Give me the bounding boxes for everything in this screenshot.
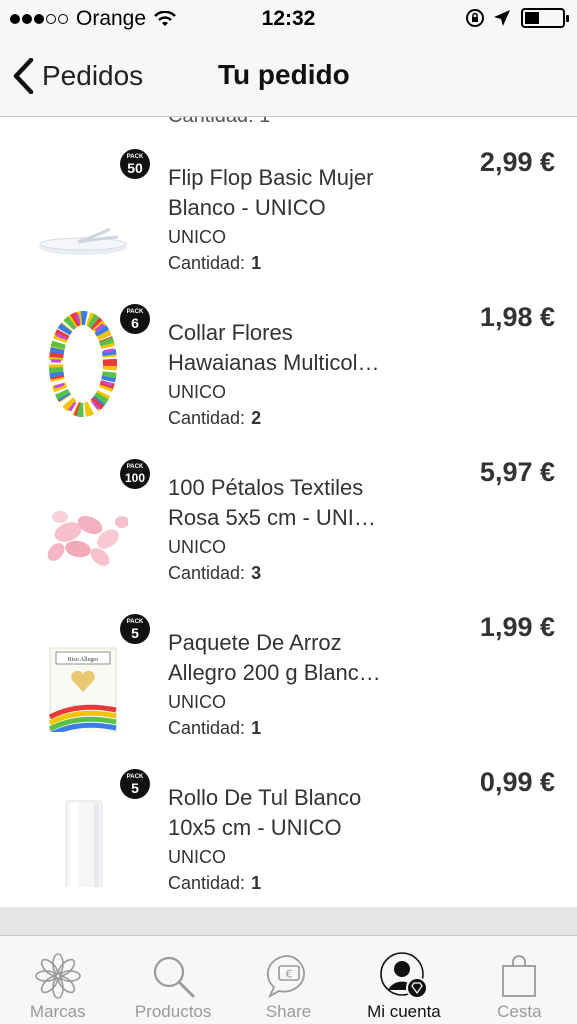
chevron-left-icon	[13, 58, 34, 94]
list-item[interactable]: PACK 5 Rollo De Tul Blanco 10x5 cm - UNIC…	[0, 737, 577, 893]
item-info: Rollo De Tul Blanco 10x5 cm - UNICO UNIC…	[168, 783, 438, 896]
box-brand-text: Riso Allegro	[68, 657, 99, 663]
product-image: Riso Allegro	[48, 647, 117, 732]
svg-text:€: €	[285, 968, 292, 981]
product-price: 1,99 €	[479, 612, 555, 642]
product-price: 0,99 €	[479, 767, 555, 797]
product-name: Collar Flores	[168, 320, 293, 345]
list-item[interactable]: Riso Allegro PACK 5 Paquete De Arroz Alle…	[0, 582, 577, 738]
product-image	[39, 227, 127, 255]
product-brand: UNICO	[168, 537, 226, 557]
pack-badge: PACK 5	[120, 614, 150, 644]
user-diamond-icon	[380, 952, 428, 999]
product-brand: UNICO	[168, 382, 226, 402]
product-name: Flip Flop Basic Mujer	[168, 165, 374, 190]
quantity-value: 3	[251, 563, 262, 583]
product-image	[47, 511, 128, 566]
product-name: Rollo De Tul Blanco	[168, 785, 362, 810]
tab-bar: Marcas Productos € Share Mi cuenta Cesta	[0, 935, 577, 1024]
status-bar: Orange 12:32	[0, 0, 577, 40]
quantity-value: 1	[251, 253, 262, 273]
pack-badge: PACK 50	[120, 149, 150, 179]
nav-bar: Pedidos Tu pedido	[0, 40, 577, 117]
quantity-value: 1	[251, 873, 262, 893]
search-icon	[154, 956, 195, 998]
list-item[interactable]: PACK 50 Flip Flop Basic Mujer Blanco - UN…	[0, 117, 577, 273]
tab-label: Cesta	[497, 1002, 542, 1021]
rotation-lock-icon	[466, 9, 484, 27]
product-price: 2,99 €	[479, 147, 555, 177]
battery-icon	[521, 8, 569, 28]
list-item[interactable]: PACK 6 Collar Flores Hawaianas Multicol… …	[0, 272, 577, 428]
euro-chat-icon: €	[266, 955, 305, 999]
product-brand: UNICO	[168, 692, 226, 712]
item-info: Flip Flop Basic Mujer Blanco - UNICO UNI…	[168, 163, 438, 276]
item-info: Paquete De Arroz Allegro 200 g Blanc… UN…	[168, 628, 438, 741]
product-price: 1,98 €	[479, 302, 555, 332]
item-info: 100 Pétalos Textiles Rosa 5x5 cm - UNI… …	[168, 473, 438, 586]
product-image	[65, 800, 103, 887]
back-label: Pedidos	[42, 60, 144, 91]
tab-mi-cuenta[interactable]: Mi cuenta	[346, 936, 461, 1024]
page-title: Tu pedido	[218, 59, 350, 90]
pack-badge: PACK 6	[120, 304, 150, 334]
quantity: Cantidad: 1	[168, 873, 262, 893]
location-arrow-icon	[494, 10, 510, 26]
product-name: Paquete De Arroz	[168, 630, 342, 655]
tab-productos[interactable]: Productos	[115, 936, 230, 1024]
pack-badge: PACK 100	[120, 459, 150, 489]
tab-share[interactable]: € Share	[231, 936, 346, 1024]
quantity-value: 2	[251, 408, 262, 428]
status-indicators	[457, 8, 569, 28]
flower-icon	[34, 953, 81, 999]
shopping-bag-icon	[502, 955, 537, 997]
product-name-line2: 10x5 cm - UNICO	[168, 815, 342, 840]
tab-label: Marcas	[29, 1002, 86, 1021]
tab-label: Share	[265, 1002, 312, 1021]
product-name-line2: Hawaianas Multicol…	[168, 350, 380, 375]
back-button[interactable]: Pedidos	[12, 58, 143, 94]
list-footer-divider	[0, 907, 577, 935]
item-info: Collar Flores Hawaianas Multicol… UNICO …	[168, 318, 438, 431]
product-image	[49, 311, 117, 417]
product-name-line2: Allegro 200 g Blanc…	[168, 660, 381, 685]
product-price: 5,97 €	[479, 457, 555, 487]
product-name: 100 Pétalos Textiles	[168, 475, 364, 500]
tab-label: Mi cuenta	[367, 1002, 441, 1021]
product-name-line2: Rosa 5x5 cm - UNI…	[168, 505, 376, 530]
quantity-value: 1	[251, 718, 262, 738]
order-items-list[interactable]: Cantidad: 1 PACK50 Flip Flop Basic Mujer…	[0, 117, 577, 907]
product-brand: UNICO	[168, 227, 226, 247]
tab-marcas[interactable]: Marcas	[0, 936, 115, 1024]
pack-badge: PACK 5	[120, 769, 150, 799]
list-item[interactable]: PACK 100 100 Pétalos Textiles Rosa 5x5 cm…	[0, 427, 577, 583]
tab-label: Productos	[134, 1002, 212, 1021]
product-name-line2: Blanco - UNICO	[168, 195, 326, 220]
tab-cesta[interactable]: Cesta	[462, 936, 577, 1024]
product-brand: UNICO	[168, 847, 226, 867]
